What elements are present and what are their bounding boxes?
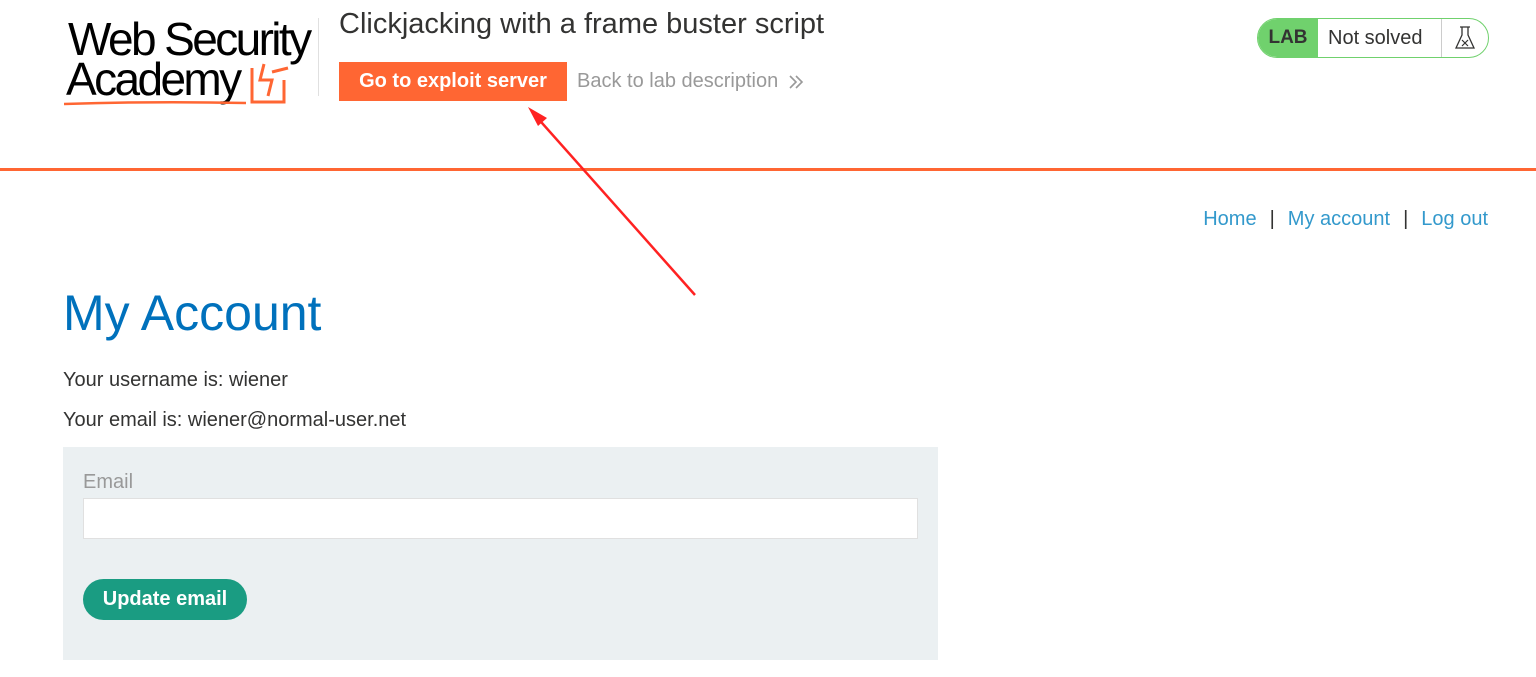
nav-my-account-link[interactable]: My account [1288, 208, 1390, 231]
logo-text-line2: Academy [66, 53, 242, 105]
change-email-form: Email Update email [63, 447, 938, 660]
lab-status-text: Not solved [1318, 19, 1442, 57]
account-navigation: Home | My account | Log out [1203, 208, 1488, 231]
header-divider [318, 18, 319, 96]
logo-underline-icon [64, 100, 246, 106]
lab-badge: LAB [1258, 19, 1318, 57]
lab-status-widget: LAB Not solved [1257, 18, 1489, 58]
nav-home-link[interactable]: Home [1203, 208, 1256, 231]
page-title: My Account [63, 285, 322, 341]
email-field[interactable] [83, 498, 918, 539]
lab-header: Web Security Academy Clickjacking with a… [0, 0, 1536, 171]
nav-separator: | [1269, 208, 1275, 230]
logo-bolt-icon [250, 63, 289, 104]
email-info: Your email is: wiener@normal-user.net [63, 409, 407, 431]
back-to-lab-description-link[interactable]: Back to lab description [577, 70, 804, 93]
back-link-label: Back to lab description [577, 70, 779, 92]
nav-log-out-link[interactable]: Log out [1421, 208, 1488, 231]
exploit-server-button[interactable]: Go to exploit server [339, 62, 567, 101]
lab-title: Clickjacking with a frame buster script [339, 8, 825, 40]
email-field-label: Email [83, 471, 134, 493]
double-chevron-right-icon [789, 74, 804, 89]
flask-icon [1442, 19, 1488, 57]
username-info: Your username is: wiener [63, 369, 288, 391]
web-security-academy-logo[interactable]: Web Security Academy [64, 14, 316, 108]
update-email-button[interactable]: Update email [83, 579, 247, 620]
nav-separator: | [1403, 208, 1409, 230]
